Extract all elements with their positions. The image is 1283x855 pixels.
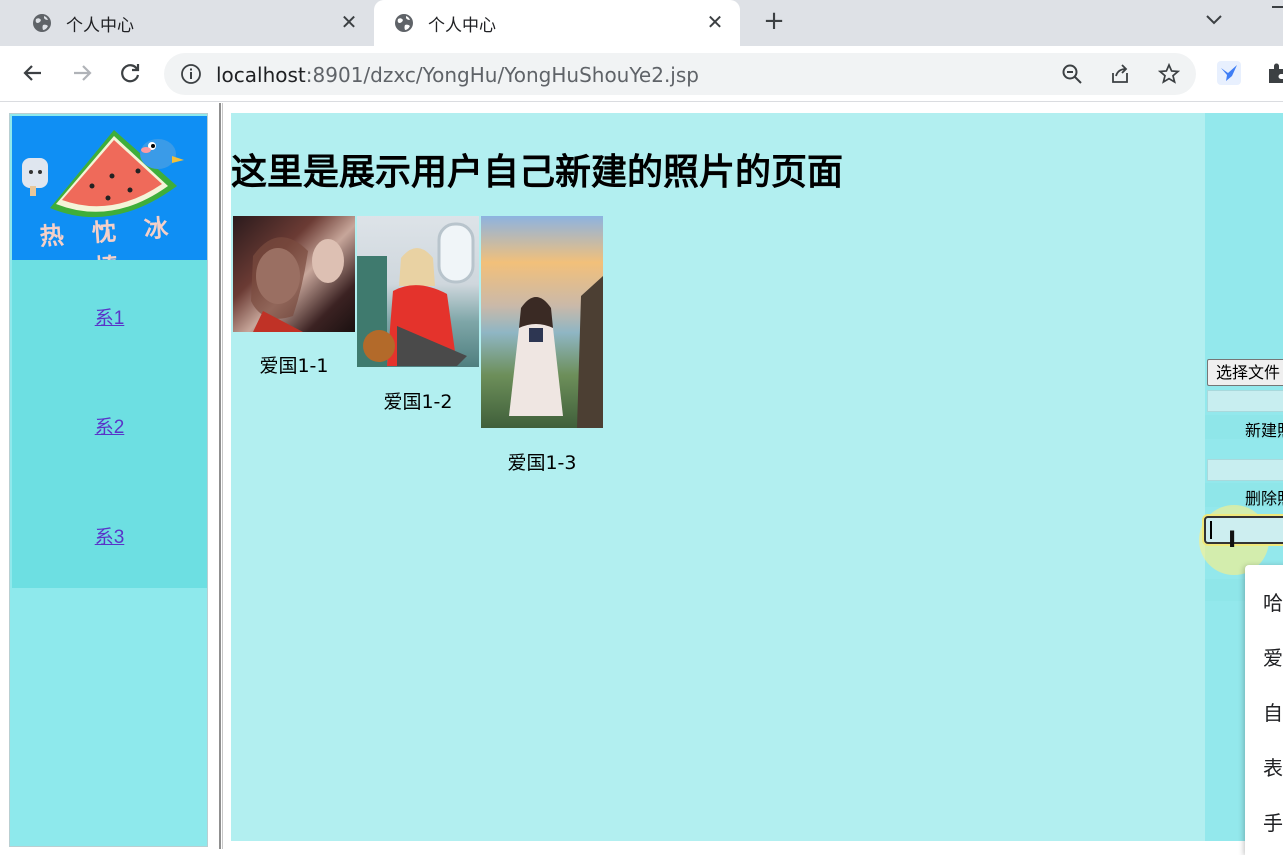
ibeam-cursor-icon: I [1228,528,1237,553]
address-bar[interactable]: localhost:8901/dzxc/YongHu/YongHuShouYe2… [164,53,1196,95]
back-icon[interactable] [20,60,46,86]
main-frame: 这里是展示用户自己新建的照片的页面 爱国1-1 爱国1-2 爱国1-3 [231,113,1205,841]
new-tab-button[interactable]: + [760,8,788,36]
sidebar-item-xi3[interactable]: 系3 [12,522,207,549]
delete-name-input[interactable] [1207,459,1283,481]
autocomplete-item[interactable]: 哈 [1263,587,1283,616]
create-photo-button[interactable]: 新建照 [1245,417,1283,441]
frame-divider[interactable] [219,103,223,849]
autocomplete-item[interactable]: 手 [1263,807,1283,836]
photo-image[interactable] [481,216,603,428]
photo-caption: 爱国1-2 [383,391,453,413]
tab-title: 个人中心 [66,15,134,36]
photo-image[interactable] [357,216,479,367]
zoom-icon[interactable] [1061,63,1083,85]
minimize-icon[interactable] [1272,6,1283,16]
share-icon[interactable] [1109,63,1131,85]
photo-image[interactable] [233,216,355,332]
site-info-icon[interactable] [180,63,202,85]
url-host: localhost [216,63,306,87]
sidebar-menu: 系1 系2 系3 [12,260,207,588]
url-path: :8901/dzxc/YongHu/YongHuShouYe2.jsp [305,63,699,87]
delete-photo-row: 删除照 [1205,483,1283,509]
text-caret [1210,521,1212,539]
photo-card[interactable]: 爱国1-3 [481,216,603,476]
create-photo-row: 新建照 [1205,415,1283,441]
photo-caption: 爱国1-1 [259,355,329,377]
forward-icon[interactable] [69,60,95,86]
browser-tab-2[interactable]: 个人中心 ✕ [374,0,740,46]
autocomplete-item[interactable]: 自 [1263,697,1283,726]
close-tab-icon[interactable]: ✕ [338,10,360,34]
autocomplete-item[interactable]: 爱 [1263,642,1283,671]
photo-caption: 爱国1-3 [507,452,577,474]
page-content: 热 忱 冰 棒 系1 系2 系3 这里是展示用户自己新建的照片的页面 爱国1-1 [0,103,1283,855]
photo-card[interactable]: 爱国1-2 [357,216,479,416]
browser-tab-1[interactable]: 个人中心 ✕ [0,0,374,46]
globe-icon [33,14,51,32]
tab-title: 个人中心 [428,15,496,36]
photo-name-input[interactable] [1207,390,1283,412]
choose-file-button[interactable]: 选择文件 [1207,359,1283,386]
autocomplete-dropdown: 哈 爱 自 表 手 [1245,565,1283,855]
delete-photo-button[interactable]: 删除照 [1245,485,1283,509]
browser-toolbar: localhost:8901/dzxc/YongHu/YongHuShouYe2… [0,46,1283,102]
close-tab-icon[interactable]: ✕ [704,10,726,34]
photo-card[interactable]: 爱国1-1 [233,216,355,386]
sidebar-item-xi1[interactable]: 系1 [12,303,207,330]
tab-strip: 个人中心 ✕ 个人中心 ✕ + [0,0,1283,46]
extensions-puzzle-icon[interactable] [1264,60,1283,86]
autocomplete-item[interactable]: 表 [1263,752,1283,781]
reload-icon[interactable] [117,60,143,86]
url-text: localhost:8901/dzxc/YongHu/YongHuShouYe2… [216,63,699,87]
sidebar-item-xi2[interactable]: 系2 [12,412,207,439]
extension-bird-icon[interactable] [1216,60,1242,86]
left-frame: 热 忱 冰 棒 系1 系2 系3 [9,113,208,847]
focused-text-input[interactable] [1204,516,1283,544]
site-logo: 热 忱 冰 棒 [12,116,207,260]
tab-search-icon[interactable] [1203,8,1225,30]
globe-icon [395,14,413,32]
bookmark-star-icon[interactable] [1158,63,1180,85]
page-heading: 这里是展示用户自己新建的照片的页面 [231,152,844,193]
